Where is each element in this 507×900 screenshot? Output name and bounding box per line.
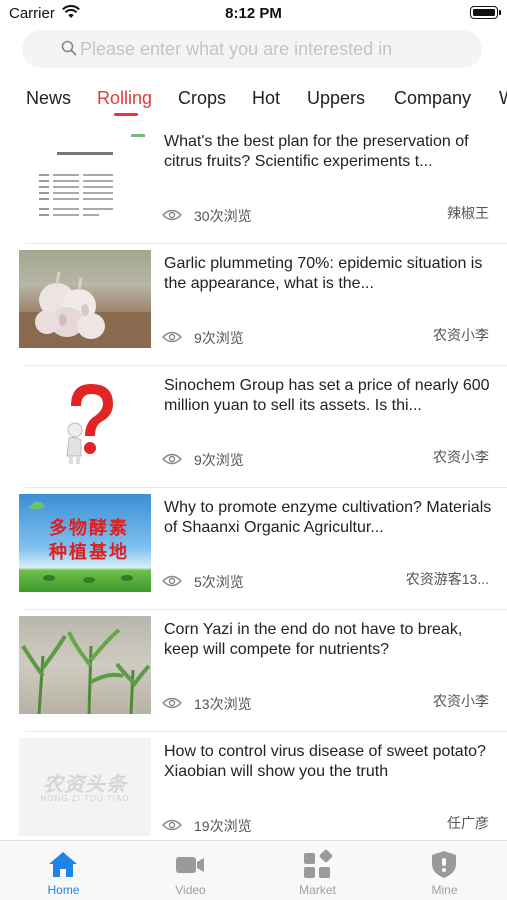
category-tabs: News Rolling Crops Hot Uppers Company W	[0, 80, 507, 120]
tab-rolling[interactable]: Rolling	[97, 88, 152, 109]
tab-hot[interactable]: Hot	[252, 88, 280, 109]
view-count: 19次浏览	[194, 818, 252, 834]
home-icon	[49, 852, 77, 877]
search-input[interactable]	[80, 37, 475, 61]
tabbar-label: Mine	[431, 883, 458, 897]
view-count: 13次浏览	[194, 696, 252, 712]
banner-text-line2: 种植基地	[49, 542, 129, 562]
article-item[interactable]: Garlic plummeting 70%: epidemic situatio…	[0, 244, 507, 366]
active-tab-indicator	[114, 113, 138, 116]
article-item[interactable]: Corn Yazi in the end do not have to brea…	[0, 610, 507, 732]
view-count: 9次浏览	[194, 452, 244, 468]
corn-seedlings-photo	[19, 616, 151, 714]
article-title: How to control virus disease of sweet po…	[164, 743, 486, 780]
tab-crops[interactable]: Crops	[178, 88, 226, 109]
article-author: 农资小李	[433, 449, 489, 465]
banner-text-line1: 多物酵素	[49, 518, 129, 538]
tabbar-market[interactable]: Market	[254, 841, 381, 900]
enzyme-base-banner: 多物酵素 种植基地	[19, 494, 151, 592]
view-count: 30次浏览	[194, 208, 252, 224]
eye-icon	[162, 209, 182, 221]
article-title: Garlic plummeting 70%: epidemic situatio…	[164, 255, 483, 292]
video-camera-icon	[176, 857, 204, 873]
article-item[interactable]: Sinochem Group has set a price of nearly…	[0, 366, 507, 488]
question-mark-figure	[19, 372, 151, 470]
battery-icon	[470, 6, 501, 19]
tabbar-home[interactable]: Home	[0, 841, 127, 900]
clock: 8:12 PM	[225, 5, 282, 22]
tabbar-label: Home	[47, 883, 80, 897]
tab-more[interactable]: W	[499, 88, 507, 109]
eye-icon	[162, 331, 182, 343]
tab-uppers[interactable]: Uppers	[307, 88, 365, 109]
article-item[interactable]: What's the best plan for the preservatio…	[0, 122, 507, 244]
search-icon	[61, 40, 77, 56]
eye-icon	[162, 575, 182, 587]
tabbar-label: Market	[299, 883, 336, 897]
tab-news[interactable]: News	[26, 88, 71, 109]
search-bar[interactable]	[22, 30, 482, 68]
view-count: 9次浏览	[194, 330, 244, 346]
tabbar-video[interactable]: Video	[127, 841, 254, 900]
brand-logo-subtext: NONG ZI TOU TIAO	[40, 794, 130, 803]
brand-logo-placeholder: 农资头条 NONG ZI TOU TIAO	[19, 738, 151, 836]
article-item[interactable]: 农资头条 NONG ZI TOU TIAO How to control vir…	[0, 732, 507, 840]
brand-logo-text: 农资头条	[43, 774, 127, 796]
article-feed: What's the best plan for the preservatio…	[0, 122, 507, 840]
tabbar-label: Video	[175, 883, 206, 897]
tab-company[interactable]: Company	[394, 88, 471, 109]
eye-icon	[162, 453, 182, 465]
article-item[interactable]: 多物酵素 种植基地 Why to promote enzyme cultivat…	[0, 488, 507, 610]
article-author: 农资游客13...	[405, 571, 489, 587]
article-author: 辣椒王	[447, 205, 489, 221]
article-title: Corn Yazi in the end do not have to brea…	[164, 621, 463, 658]
article-title: Why to promote enzyme cultivation? Mater…	[164, 499, 492, 536]
article-author: 农资小李	[433, 327, 489, 343]
article-author: 农资小李	[433, 693, 489, 709]
shield-icon	[432, 851, 456, 878]
document-report-thumbnail	[19, 128, 151, 226]
garlic-photo	[19, 250, 151, 348]
article-author: 任广彦	[447, 815, 489, 831]
tabbar-mine[interactable]: Mine	[381, 841, 507, 900]
grid-diamond-icon	[304, 849, 333, 878]
article-title: Sinochem Group has set a price of nearly…	[164, 377, 490, 414]
view-count: 5次浏览	[194, 574, 244, 590]
eye-icon	[162, 819, 182, 831]
status-bar: Carrier 8:12 PM	[0, 0, 507, 28]
bottom-tab-bar: Home Video Market Mine	[0, 840, 507, 900]
article-title: What's the best plan for the preservatio…	[164, 133, 469, 170]
eye-icon	[162, 697, 182, 709]
